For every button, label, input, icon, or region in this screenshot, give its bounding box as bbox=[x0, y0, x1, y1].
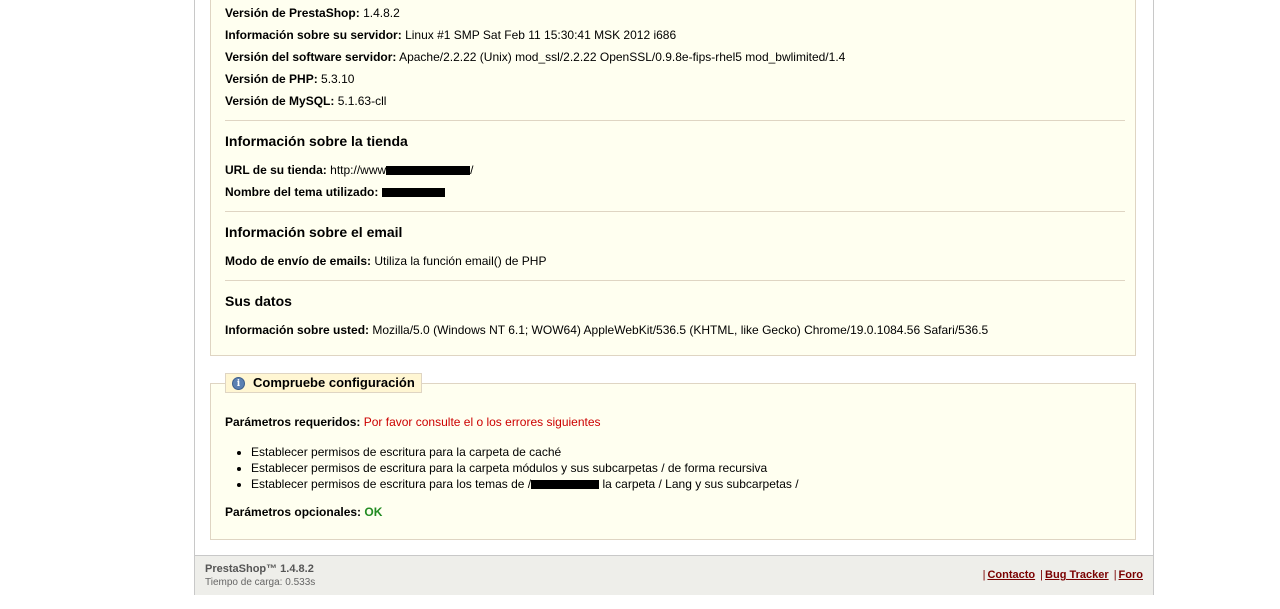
server-info-row: Información sobre su servidor: Linux #1 … bbox=[225, 27, 676, 43]
email-mode-row: Modo de envío de emails: Utiliza la func… bbox=[225, 253, 546, 269]
mysql-version-row: Versión de MySQL: 5.1.63-cll bbox=[225, 93, 386, 109]
separator: | bbox=[1040, 569, 1044, 581]
divider bbox=[225, 280, 1125, 281]
row-value: Mozilla/5.0 (Windows NT 6.1; WOW64) Appl… bbox=[372, 323, 989, 337]
contact-link[interactable]: Contacto bbox=[987, 569, 1035, 581]
required-params-row: Parámetros requeridos: Por favor consult… bbox=[225, 414, 601, 430]
redaction-mark bbox=[386, 166, 471, 176]
optional-ok-status: OK bbox=[364, 505, 383, 519]
row-value: http://www bbox=[330, 163, 387, 177]
divider bbox=[225, 211, 1125, 212]
divider bbox=[225, 120, 1125, 121]
prestashop-version-row: Versión de PrestaShop: 1.4.8.2 bbox=[225, 5, 400, 21]
your-data-title: Sus datos bbox=[225, 293, 292, 309]
error-text: la carpeta / Lang y sus subcarpetas / bbox=[602, 477, 799, 491]
optional-params-row: Parámetros opcionales: OK bbox=[225, 504, 382, 520]
row-label: Versión de PrestaShop: bbox=[225, 6, 360, 20]
footer-links: | Contacto | Bug Tracker | Foro bbox=[981, 569, 1143, 581]
config-check-legend: i Compruebe configuración bbox=[225, 373, 422, 393]
error-text: Establecer permisos de escritura para lo… bbox=[251, 477, 532, 491]
footer: PrestaShop™ 1.4.8.2 Tiempo de carga: 0.5… bbox=[195, 555, 1153, 595]
bug-tracker-link[interactable]: Bug Tracker bbox=[1045, 569, 1109, 581]
error-item: Establecer permisos de escritura para la… bbox=[251, 444, 799, 460]
footer-info: PrestaShop™ 1.4.8.2 Tiempo de carga: 0.5… bbox=[205, 563, 315, 589]
row-label: Modo de envío de emails: bbox=[225, 254, 372, 268]
error-item: Establecer permisos de escritura para la… bbox=[251, 460, 799, 476]
row-label: Versión de MySQL: bbox=[225, 94, 335, 108]
required-error-message: Por favor consulte el o los errores sigu… bbox=[363, 415, 601, 429]
optional-label: Parámetros opcionales: bbox=[225, 505, 362, 519]
server-info-panel: Versión de PrestaShop: 1.4.8.2 Informaci… bbox=[210, 0, 1136, 356]
row-value: 1.4.8.2 bbox=[363, 6, 400, 20]
row-label: Información sobre usted: bbox=[225, 323, 370, 337]
store-info-title: Información sobre la tienda bbox=[225, 133, 408, 149]
footer-load-time: Tiempo de carga: 0.533s bbox=[205, 577, 316, 588]
row-label: URL de su tienda: bbox=[225, 163, 327, 177]
row-label: Versión del software servidor: bbox=[225, 50, 397, 64]
row-value: 5.3.10 bbox=[321, 72, 355, 86]
error-item: Establecer permisos de escritura para lo… bbox=[251, 476, 799, 492]
config-check-panel: i Compruebe configuración Parámetros req… bbox=[210, 373, 1136, 540]
redaction-mark bbox=[381, 188, 445, 198]
email-info-title: Información sobre el email bbox=[225, 224, 403, 240]
redaction-mark bbox=[531, 480, 600, 490]
user-agent-row: Información sobre usted: Mozilla/5.0 (Wi… bbox=[225, 322, 988, 338]
url-suffix: / bbox=[470, 163, 474, 177]
row-label: Información sobre su servidor: bbox=[225, 28, 402, 42]
server-software-row: Versión del software servidor: Apache/2.… bbox=[225, 49, 845, 65]
required-label: Parámetros requeridos: bbox=[225, 415, 361, 429]
row-label: Nombre del tema utilizado: bbox=[225, 185, 379, 199]
info-icon: i bbox=[232, 376, 245, 390]
page-wrapper: Versión de PrestaShop: 1.4.8.2 Informaci… bbox=[194, 0, 1154, 595]
forum-link[interactable]: Foro bbox=[1119, 569, 1143, 581]
row-value: Apache/2.2.22 (Unix) mod_ssl/2.2.22 Open… bbox=[399, 50, 846, 64]
row-value: Utiliza la función email() de PHP bbox=[374, 254, 547, 268]
config-check-title: Compruebe configuración bbox=[253, 375, 415, 390]
row-value: 5.1.63-cll bbox=[337, 94, 387, 108]
theme-name-row: Nombre del tema utilizado: bbox=[225, 184, 445, 200]
php-version-row: Versión de PHP: 5.3.10 bbox=[225, 71, 354, 87]
separator: | bbox=[982, 569, 986, 581]
footer-version: PrestaShop™ 1.4.8.2 bbox=[205, 563, 314, 575]
row-label: Versión de PHP: bbox=[225, 72, 318, 86]
error-list: Establecer permisos de escritura para la… bbox=[235, 444, 799, 492]
store-url-row: URL de su tienda: http://www / bbox=[225, 162, 474, 178]
row-value: Linux #1 SMP Sat Feb 11 15:30:41 MSK 201… bbox=[405, 28, 677, 42]
separator: | bbox=[1113, 569, 1117, 581]
